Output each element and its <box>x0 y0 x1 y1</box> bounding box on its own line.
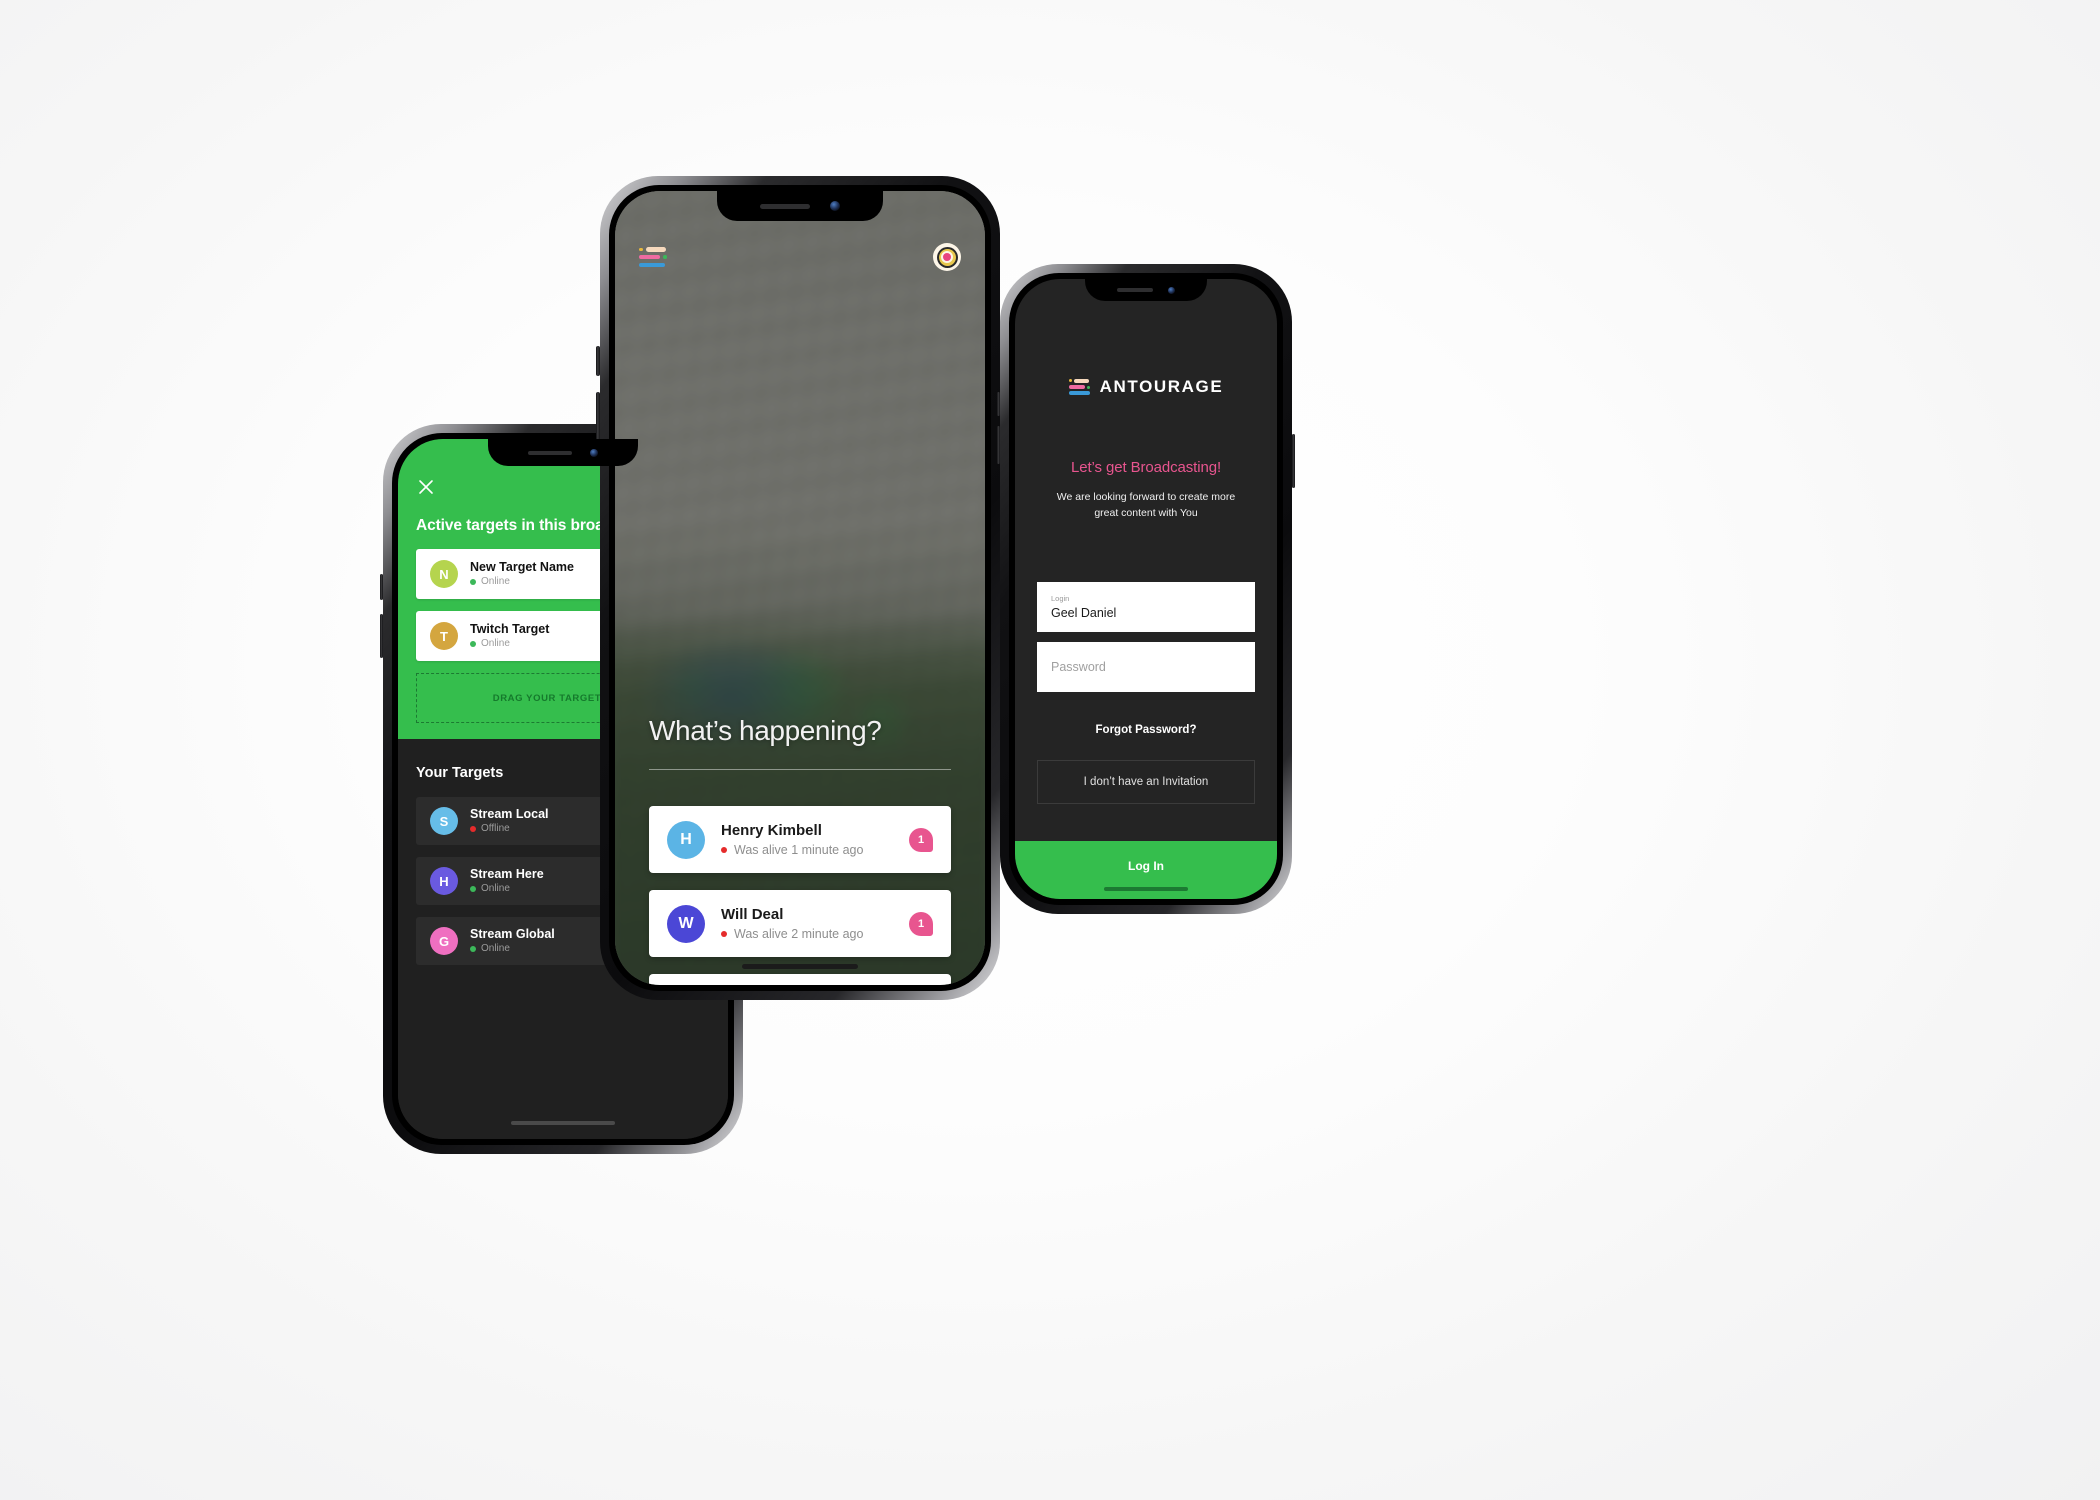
screen: What’s happening? H Henry Kimbell Was al… <box>615 191 985 985</box>
avatar: S <box>430 807 458 835</box>
brand-name: ANTOURAGE <box>1099 377 1224 396</box>
target-info: New Target Name Online <box>470 560 574 588</box>
unread-badge[interactable]: 1 <box>909 911 933 936</box>
volume-down-button[interactable] <box>380 614 383 658</box>
stream-info: Stream Here Online <box>470 867 544 895</box>
notch <box>1085 279 1207 301</box>
volume-up-button[interactable] <box>380 574 383 600</box>
status-label: Online <box>481 883 510 895</box>
earpiece-speaker <box>1117 288 1154 292</box>
unread-badge[interactable]: 1 <box>909 827 933 852</box>
antourage-logo-icon <box>1068 379 1091 395</box>
front-camera <box>829 201 840 211</box>
status-label: Online <box>481 638 510 650</box>
status-dot-offline <box>721 847 727 853</box>
status-dot-online <box>470 886 476 893</box>
stream-status: Offline <box>470 823 549 835</box>
list-item[interactable]: G Geel Daniel Was alive 2 minute ago 2 <box>649 974 951 985</box>
status-dot-offline <box>721 931 727 937</box>
status-label: Offline <box>481 823 510 835</box>
front-camera <box>1167 286 1175 294</box>
target-name: New Target Name <box>470 560 574 575</box>
page-title: What’s happening? <box>649 715 882 746</box>
list-item[interactable]: W Will Deal Was alive 2 minute ago 1 <box>649 890 951 957</box>
status-label: Was alive 1 minute ago <box>734 842 864 857</box>
login-field-label: Login <box>1051 593 1070 603</box>
avatar: T <box>430 622 458 650</box>
stream-name: Stream Local <box>470 807 549 822</box>
people-list: H Henry Kimbell Was alive 1 minute ago 1… <box>649 806 951 985</box>
home-indicator[interactable] <box>742 964 858 970</box>
bullseye-target-icon[interactable] <box>933 243 961 271</box>
notch <box>488 439 638 466</box>
person-info: Henry Kimbell Was alive 1 minute ago <box>721 822 909 858</box>
avatar: H <box>430 867 458 895</box>
person-name: Henry Kimbell <box>721 821 822 839</box>
divider <box>649 769 951 770</box>
power-button[interactable] <box>1292 434 1295 488</box>
status-label: Online <box>481 943 510 955</box>
stream-name: Stream Here <box>470 867 544 882</box>
no-invitation-button[interactable]: I don’t have an Invitation <box>1037 759 1255 804</box>
phone-bezel: ANTOURAGE Let’s get Broadcasting! We are… <box>1009 273 1283 905</box>
target-status: Online <box>470 638 549 650</box>
volume-down-button[interactable] <box>997 426 1000 464</box>
tagline: Let’s get Broadcasting! <box>1070 459 1222 476</box>
status-dot-offline <box>470 826 476 833</box>
target-name: Twitch Target <box>470 622 550 637</box>
stream-info: Stream Local Offline <box>470 807 549 835</box>
person-info: Will Deal Was alive 2 minute ago <box>721 906 909 942</box>
home-indicator[interactable] <box>511 1121 615 1125</box>
phone-center-live-feed: What’s happening? H Henry Kimbell Was al… <box>596 176 1004 1000</box>
stream-name: Stream Global <box>470 927 555 942</box>
volume-up-button[interactable] <box>997 392 1000 416</box>
volume-down-button[interactable] <box>596 392 600 442</box>
stream-status: Online <box>470 943 555 955</box>
person-name: Will Deal <box>721 905 784 923</box>
home-indicator[interactable] <box>1104 887 1188 891</box>
screen: ANTOURAGE Let’s get Broadcasting! We are… <box>1015 279 1277 899</box>
tagline-subtitle: We are looking forward to create more gr… <box>1056 491 1236 519</box>
status-label: Was alive 2 minute ago <box>734 926 864 941</box>
password-field-placeholder: Password <box>1051 659 1106 674</box>
status-dot-online <box>470 641 476 648</box>
front-camera <box>590 448 598 457</box>
login-field-value: Geel Daniel <box>1051 605 1117 620</box>
password-field[interactable]: Password <box>1037 641 1255 692</box>
stream-info: Stream Global Online <box>470 927 555 955</box>
status-label: Online <box>481 576 510 588</box>
status-dot-online <box>470 946 476 953</box>
avatar: N <box>430 560 458 588</box>
earpiece-speaker <box>528 450 572 455</box>
list-item[interactable]: H Henry Kimbell Was alive 1 minute ago 1 <box>649 806 951 873</box>
phone-right-login: ANTOURAGE Let’s get Broadcasting! We are… <box>997 264 1295 914</box>
stream-status: Online <box>470 883 544 895</box>
person-status: Was alive 2 minute ago <box>721 927 909 942</box>
target-info: Twitch Target Online <box>470 622 549 650</box>
person-status: Was alive 1 minute ago <box>721 843 909 858</box>
top-bar <box>615 243 985 271</box>
phone-bezel: What’s happening? H Henry Kimbell Was al… <box>609 185 991 991</box>
close-icon[interactable] <box>416 477 436 497</box>
feed-heading-block: What’s happening? <box>649 715 951 770</box>
avatar: W <box>667 904 705 943</box>
avatar: G <box>430 927 458 955</box>
volume-up-button[interactable] <box>596 346 600 376</box>
target-status: Online <box>470 576 574 588</box>
earpiece-speaker <box>760 203 811 209</box>
notch <box>717 191 883 221</box>
avatar: H <box>667 820 705 859</box>
status-dot-online <box>470 579 476 586</box>
login-field[interactable]: Login Geel Daniel <box>1037 581 1255 632</box>
forgot-password-link[interactable]: Forgot Password? <box>1015 702 1277 760</box>
hamburger-menu-icon[interactable] <box>639 247 667 267</box>
